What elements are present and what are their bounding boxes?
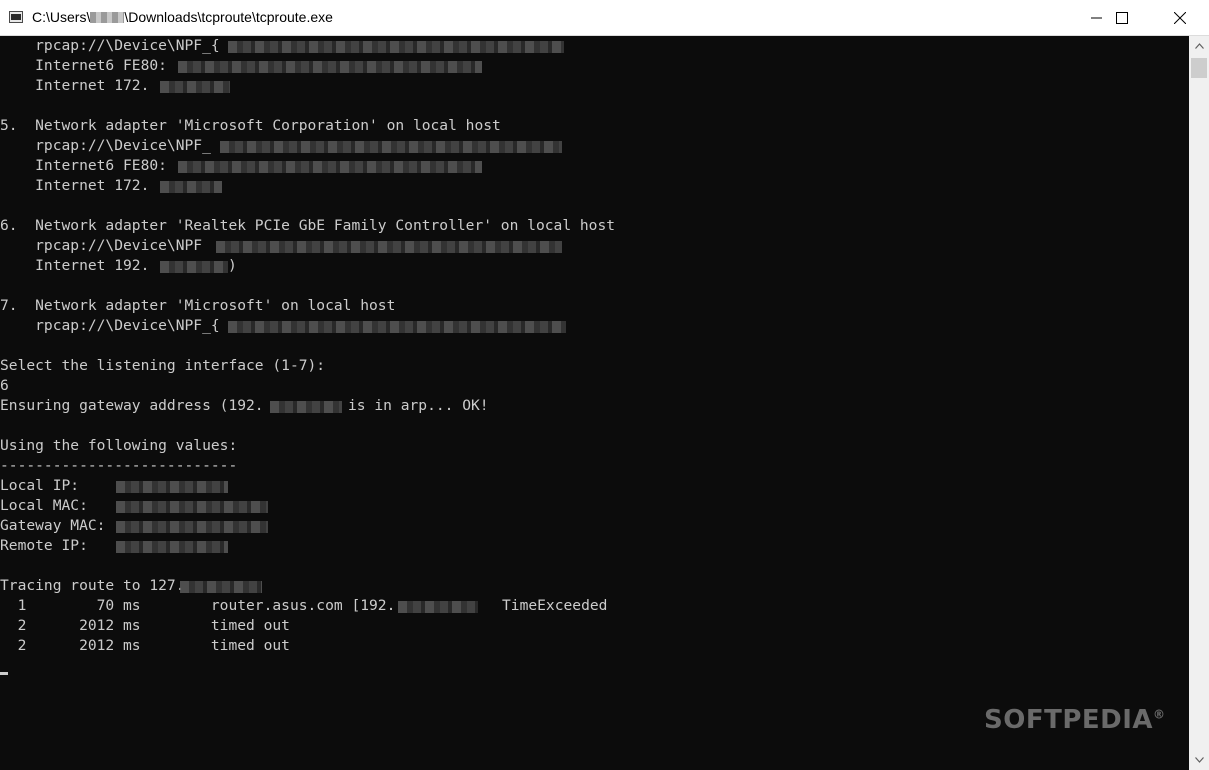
redacted-text [180,581,262,593]
scroll-up-button[interactable] [1189,36,1209,56]
registered-mark: ® [1153,707,1166,722]
console-output[interactable]: rpcap://\Device\NPF_{ Internet6 FE80: In… [0,36,1189,770]
console-line: Select the listening interface (1-7): [0,357,326,374]
scroll-down-button[interactable] [1189,750,1209,770]
close-button[interactable] [1157,0,1203,35]
console-line: Internet 172. [0,177,150,194]
console-line: 6. Network adapter 'Realtek PCIe GbE Fam… [0,217,616,234]
redacted-text [178,161,482,173]
console-line: rpcap://\Device\NPF_{ [0,37,220,54]
redacted-text [160,261,228,273]
console-line: Local IP: [0,477,80,494]
console-line: 1 70 ms router.asus.com [192. [0,597,396,614]
console-line: Internet6 FE80: [0,157,167,174]
scroll-up-arrow-icon [1194,43,1204,49]
console-line: 2 2012 ms timed out [0,617,290,634]
maximize-icon [1116,11,1128,24]
close-icon [1174,11,1186,24]
console-line: rpcap://\Device\NPF [0,237,203,254]
vertical-scrollbar[interactable] [1189,36,1209,770]
text-cursor [0,672,8,675]
redacted-text [216,241,562,253]
console-line: rpcap://\Device\NPF_{ [0,317,220,334]
console-line: Internet 172. [0,77,150,94]
console-line: 7. Network adapter 'Microsoft' on local … [0,297,396,314]
redacted-text [116,501,268,513]
console-line: Tracing route to 127. [0,577,185,594]
redacted-text [160,181,222,193]
maximize-button[interactable] [1099,0,1145,35]
console-line: Ensuring gateway address (192. [0,397,264,414]
redacted-text [116,481,228,493]
console-line: Internet 192. [0,257,150,274]
redacted-text [228,41,564,53]
redacted-text [116,521,268,533]
redacted-text [178,61,482,73]
console-line: Local MAC: [0,497,88,514]
console-line: Internet6 FE80: [0,57,167,74]
console-line: 2 2012 ms timed out [0,637,290,654]
console-app-icon [9,11,23,23]
console-line: 5. Network adapter 'Microsoft Corporatio… [0,117,501,134]
title-bar: C:\Users\ \Downloads\tcproute\tcproute.ex… [0,0,1209,36]
softpedia-watermark: SOFTPEDIA® [984,705,1166,735]
console-line: Gateway MAC: [0,517,106,534]
window-title: C:\Users\ \Downloads\tcproute\tcproute.ex… [32,9,333,25]
console-arp-result: is in arp... OK! [348,397,489,414]
scroll-down-arrow-icon [1194,757,1204,763]
console-line: Using the following values: [0,437,238,454]
trace-status: TimeExceeded [502,597,608,614]
scroll-thumb[interactable] [1191,58,1207,78]
redacted-text [160,81,230,93]
redacted-text [220,141,562,153]
redacted-text [270,401,342,413]
redacted-text [228,321,566,333]
console-line: rpcap://\Device\NPF_ [0,137,211,154]
console-paren: ) [228,257,237,274]
console-line: 6 [0,377,9,394]
redacted-text [398,601,478,613]
console-line: --------------------------- [0,457,238,474]
redacted-text [116,541,228,553]
console-line: Remote IP: [0,537,88,554]
